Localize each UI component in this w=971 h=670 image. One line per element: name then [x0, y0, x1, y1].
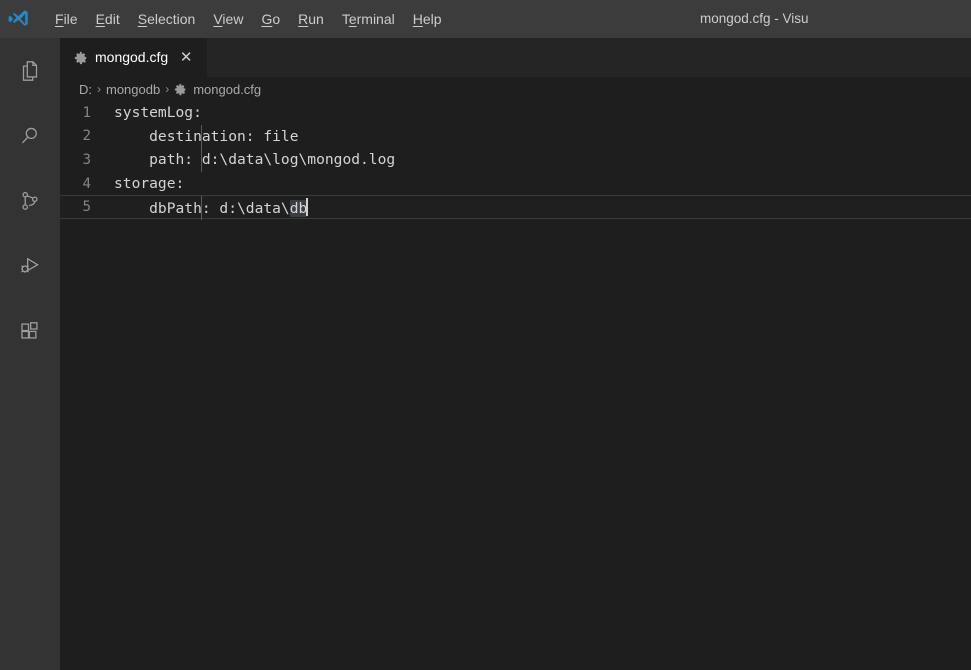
breadcrumb-item-file[interactable]: mongod.cfg: [174, 82, 261, 97]
gear-icon: [174, 83, 187, 96]
breadcrumb: D: › mongodb › mongod.cfg: [60, 77, 971, 101]
gear-icon: [74, 51, 88, 65]
line-text: dbPath: d:\data\: [114, 199, 290, 217]
line-number: 2: [82, 128, 91, 145]
code-line[interactable]: 2 destination: file: [60, 125, 971, 149]
extensions-icon: [17, 318, 43, 344]
activity-bar: [0, 38, 60, 670]
line-content: dbPath: d:\data\db: [113, 197, 971, 217]
source-control-branch-icon: [17, 188, 43, 214]
files-icon: [17, 58, 43, 84]
breadcrumb-item-folder[interactable]: mongodb: [106, 82, 160, 97]
title-bar: File Edit Selection View Go Run Terminal…: [0, 0, 971, 38]
line-content: path: d:\data\log\mongod.log: [114, 151, 396, 169]
menu-item-selection[interactable]: Selection: [129, 6, 205, 32]
activity-item-search[interactable]: [0, 103, 60, 168]
line-number: 4: [82, 175, 91, 192]
breadcrumb-label: mongodb: [106, 81, 161, 97]
tab-label: mongod.cfg: [95, 49, 169, 65]
search-icon: [17, 123, 43, 149]
selected-word-highlight: db: [289, 199, 308, 217]
menu-item-go[interactable]: Go: [252, 6, 289, 32]
breadcrumb-separator-icon: ›: [165, 82, 170, 96]
breadcrumb-label: D:: [79, 81, 92, 97]
code-line[interactable]: 4 storage:: [60, 172, 971, 196]
run-debug-icon: [17, 253, 43, 279]
activity-item-run-and-debug[interactable]: [0, 233, 60, 298]
menu-item-file[interactable]: File: [46, 6, 87, 32]
breadcrumb-separator-icon: ›: [97, 82, 101, 96]
activity-item-source-control[interactable]: [0, 168, 60, 233]
vscode-window: File Edit Selection View Go Run Terminal…: [0, 0, 971, 670]
code-line-current[interactable]: 5 dbPath: d:\data\db: [60, 195, 971, 219]
line-content: destination: file: [114, 127, 299, 145]
vscode-logo-icon: [0, 0, 38, 38]
menu-item-edit[interactable]: Edit: [87, 6, 129, 32]
breadcrumb-item-drive[interactable]: D:: [79, 82, 92, 97]
menu-bar: File Edit Selection View Go Run Terminal…: [46, 0, 451, 38]
line-content: systemLog:: [114, 104, 202, 122]
line-number: 1: [82, 104, 91, 121]
menu-item-view[interactable]: View: [204, 6, 252, 32]
close-icon[interactable]: ✕: [177, 49, 195, 67]
code-line[interactable]: 3 path: d:\data\log\mongod.log: [60, 148, 971, 172]
line-content: storage:: [114, 175, 185, 193]
menu-item-help[interactable]: Help: [404, 6, 451, 32]
code-line[interactable]: 1 systemLog:: [60, 101, 971, 125]
editor-area: mongod.cfg ✕ D: › mongodb › mongod.cfg 1…: [60, 38, 971, 670]
code-editor[interactable]: 1 systemLog: 2 destination: file 3 path:…: [60, 101, 971, 670]
tab-bar: mongod.cfg ✕: [60, 38, 971, 77]
tab-mongod-cfg[interactable]: mongod.cfg ✕: [60, 38, 208, 77]
breadcrumb-label: mongod.cfg: [193, 81, 262, 97]
menu-item-run[interactable]: Run: [289, 6, 333, 32]
activity-item-extensions[interactable]: [0, 298, 60, 363]
text-cursor: [306, 197, 309, 216]
line-number: 3: [82, 151, 91, 168]
menu-item-terminal[interactable]: Terminal: [333, 6, 404, 32]
activity-item-explorer[interactable]: [0, 38, 60, 103]
line-number: 5: [82, 199, 91, 216]
